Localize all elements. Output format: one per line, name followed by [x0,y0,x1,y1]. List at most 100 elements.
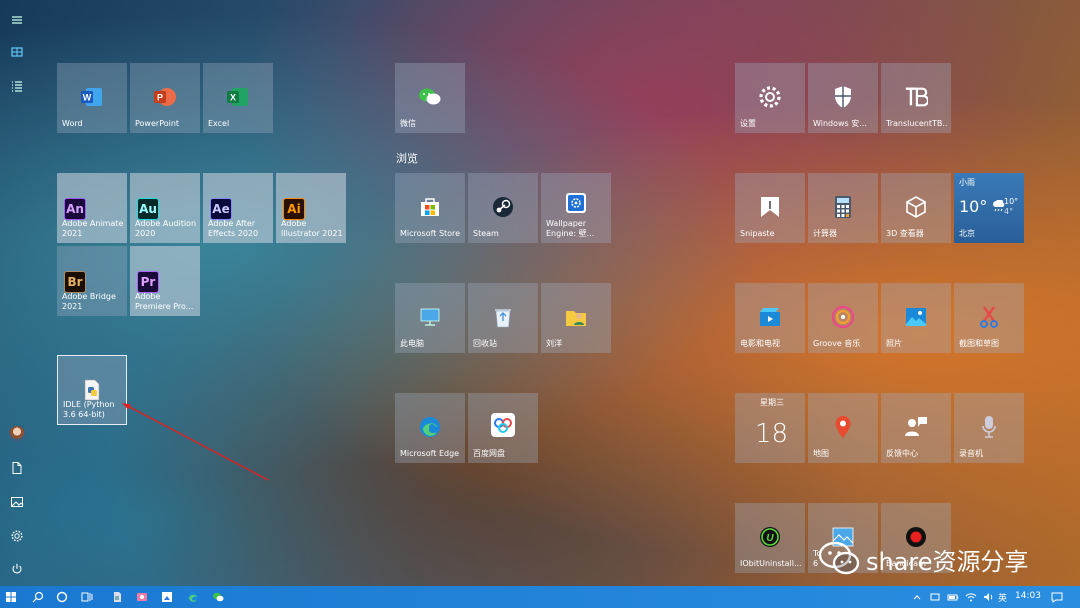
power-button[interactable] [0,553,34,585]
svg-text:P: P [157,93,163,103]
tile-maps[interactable]: 地图 [808,393,878,463]
tile-microsoft-edge[interactable]: Microsoft Edge [395,393,465,463]
tile-label: Snipaste [740,229,775,238]
gear-icon [758,85,782,109]
taskbar-app-wechat[interactable] [207,586,229,608]
user-account-button[interactable] [0,418,34,450]
gear-icon [11,530,23,542]
cortana-button[interactable] [51,586,73,608]
tile-label: 设置 [740,119,756,128]
chevron-up-icon [913,595,921,600]
tile-label: 电影和电视 [740,339,780,348]
tile-idle-python[interactable]: IDLE (Python 3.6 64-bit) [57,355,127,425]
steam-icon [491,195,515,219]
tile-snip-sketch[interactable]: 截图和草图 [954,283,1024,353]
wechat-logo-icon [818,541,860,575]
taskbar-app-photos[interactable] [131,586,153,608]
tile-powerpoint[interactable]: P PowerPoint [130,63,200,133]
taskbar-app-explorer[interactable] [106,586,128,608]
notification-icon [1051,592,1063,603]
tile-steam[interactable]: Steam [468,173,538,243]
volume-button[interactable] [980,586,998,608]
tile-adobe-after-effects[interactable]: Ae Adobe After Effects 2020 [203,173,273,243]
tile-weather[interactable]: 小雨 10° 10° 4° 北京 [954,173,1024,243]
tile-label: Adobe Premiere Pro... [135,292,194,311]
tile-3d-viewer[interactable]: 3D 查看器 [881,173,951,243]
taskbar-app-snip[interactable] [156,586,178,608]
tile-microsoft-store[interactable]: Microsoft Store [395,173,465,243]
weather-condition: 小雨 [959,178,975,187]
tile-excel[interactable]: X Excel [203,63,273,133]
cortana-icon [56,591,68,603]
tile-user-folder[interactable]: 刘洋 [541,283,611,353]
photos-icon [904,305,928,329]
tile-calculator[interactable]: 计算器 [808,173,878,243]
tile-wallpaper-engine[interactable]: Wallpaper Engine: 壁... [541,173,611,243]
tile-label: Steam [473,229,499,238]
all-apps-button[interactable] [0,70,34,102]
tile-label: Excel [208,119,230,128]
calculator-icon [831,195,855,219]
tile-adobe-animate[interactable]: An Adobe Animate 2021 [57,173,127,243]
settings-button[interactable] [0,520,34,552]
tile-label: 百度网盘 [473,449,505,458]
wifi-button[interactable] [962,586,980,608]
tile-translucenttb[interactable]: TranslucentTB... [881,63,951,133]
tile-adobe-illustrator[interactable]: Ai Adobe Illustrator 2021 [276,173,346,243]
tile-windows-security[interactable]: Windows 安... [808,63,878,133]
tile-adobe-bridge[interactable]: Br Adobe Bridge 2021 [57,246,127,316]
pinned-tiles-button[interactable] [0,36,34,68]
illustrator-icon: Ai [282,197,306,221]
group-title-browse[interactable]: 浏览 [396,150,418,166]
store-icon [418,195,442,219]
tile-voice-recorder[interactable]: 录音机 [954,393,1024,463]
picture-icon [11,497,24,507]
tile-movies-tv[interactable]: 电影和电视 [735,283,805,353]
snip-sketch-icon [977,305,1001,329]
tile-baidu-netdisk[interactable]: 百度网盘 [468,393,538,463]
wifi-icon [965,593,977,602]
snipaste-icon [758,195,782,219]
baidu-netdisk-icon [491,413,515,437]
watermark: share资源分享 [818,540,1029,578]
tile-iobit-uninstaller[interactable]: U IObitUninstall... [735,503,805,573]
wallpaper-engine-icon [564,191,588,215]
tile-label: IObitUninstall... [740,559,802,568]
tile-label: 此电脑 [400,339,424,348]
windows-logo-icon [6,592,16,602]
documents-button[interactable] [0,452,34,484]
groove-music-icon [831,305,855,329]
image-editor-icon [137,593,147,601]
clock[interactable]: 14:03 [1015,591,1041,601]
calendar-weekday: 星期三 [760,398,784,407]
screenshot-icon [162,592,172,602]
tile-feedback-hub[interactable]: 反馈中心 [881,393,951,463]
tile-adobe-premiere[interactable]: Pr Adobe Premiere Pro... [130,246,200,316]
film-icon [758,305,782,329]
tile-groove-music[interactable]: Groove 音乐 [808,283,878,353]
action-center-button[interactable] [1046,586,1068,608]
expand-menu-button[interactable] [0,4,34,36]
tray-overflow-button[interactable] [908,586,926,608]
input-method-indicator[interactable]: 英 [998,591,1007,604]
tile-this-pc[interactable]: 此电脑 [395,283,465,353]
start-button[interactable] [0,586,22,608]
computer-icon [418,305,442,329]
tile-adobe-audition[interactable]: Au Adobe Audition 2020 [130,173,200,243]
tile-snipaste[interactable]: Snipaste [735,173,805,243]
tile-calendar[interactable]: 星期三 18 [735,393,805,463]
battery-button[interactable] [944,586,962,608]
tile-word[interactable]: W Word [57,63,127,133]
tile-photos[interactable]: 照片 [881,283,951,353]
taskbar-app-edge[interactable] [182,586,204,608]
search-button[interactable] [27,586,49,608]
tile-recycle-bin[interactable]: 回收站 [468,283,538,353]
pictures-button[interactable] [0,486,34,518]
tile-wechat[interactable]: 微信 [395,63,465,133]
tray-app-button[interactable] [926,586,944,608]
tile-label: Adobe Illustrator 2021 [281,219,343,238]
tile-label: Groove 音乐 [813,339,861,348]
task-view-button[interactable] [76,586,98,608]
feedback-icon [904,415,928,439]
tile-settings[interactable]: 设置 [735,63,805,133]
